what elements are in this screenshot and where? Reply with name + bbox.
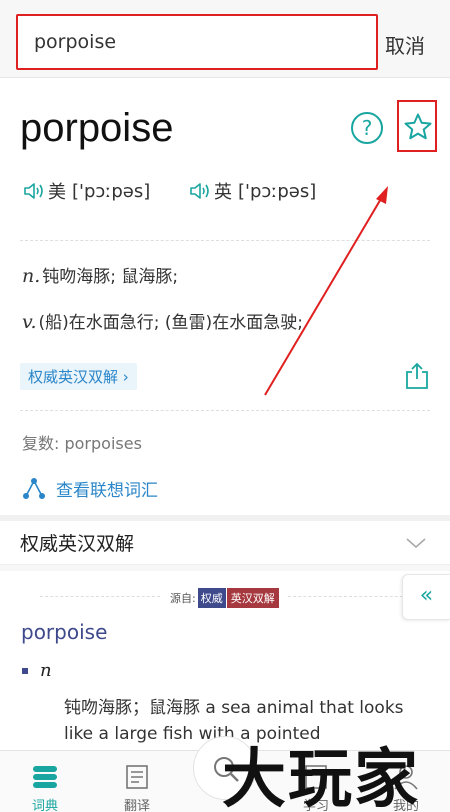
watermark-logo: 大玩家 [222,743,420,812]
annotation-arrow [264,186,388,396]
